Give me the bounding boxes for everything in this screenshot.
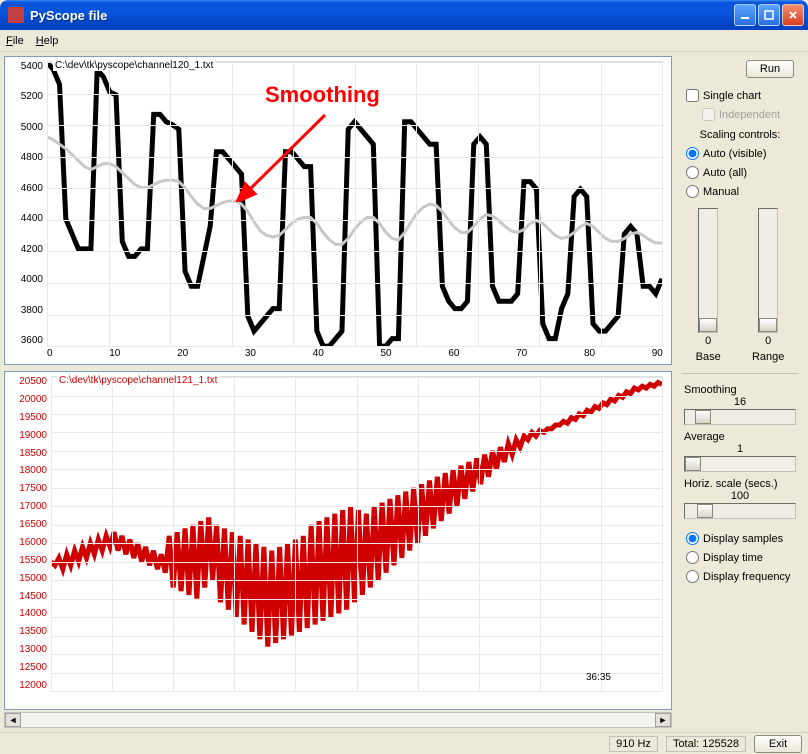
maximize-button[interactable]: [758, 4, 780, 26]
chart-bottom: 2050020000195001900018500180001750017000…: [4, 371, 672, 710]
scaling-controls-label: Scaling controls:: [680, 126, 800, 142]
horizontal-scrollbar[interactable]: ◄ ►: [4, 712, 672, 728]
auto-visible-radio[interactable]: [686, 147, 699, 160]
display-samples-radio[interactable]: [686, 532, 699, 545]
auto-all-radio[interactable]: [686, 166, 699, 179]
chart-top: 5400520050004800460044004200400038003600…: [4, 56, 672, 365]
chart2-yaxis: 2050020000195001900018500180001750017000…: [5, 376, 51, 691]
window-title: PyScope file: [30, 8, 107, 23]
run-button[interactable]: Run: [746, 60, 794, 78]
base-slider[interactable]: [698, 208, 718, 333]
display-time-radio[interactable]: [686, 551, 699, 564]
display-frequency-label: Display frequency: [703, 571, 790, 583]
status-total: Total: 125528: [666, 736, 746, 752]
chart1-yaxis: 5400520050004800460044004200400038003600: [5, 61, 47, 346]
controls-panel: Run Single chart Independent Scaling con…: [676, 52, 808, 732]
smoothing-value: 16: [684, 396, 796, 408]
titlebar: PyScope file: [0, 0, 808, 30]
exit-button[interactable]: Exit: [754, 735, 802, 753]
manual-radio[interactable]: [686, 185, 699, 198]
base-value: 0: [705, 335, 711, 347]
scroll-left-arrow[interactable]: ◄: [5, 713, 21, 727]
app-icon: [8, 7, 24, 23]
display-time-label: Display time: [703, 552, 763, 564]
auto-all-label: Auto (all): [703, 167, 747, 179]
range-value: 0: [765, 335, 771, 347]
range-label: Range: [752, 351, 784, 363]
smoothing-slider[interactable]: [684, 409, 796, 425]
average-slider[interactable]: [684, 456, 796, 472]
scroll-right-arrow[interactable]: ►: [655, 713, 671, 727]
single-chart-checkbox[interactable]: [686, 89, 699, 102]
single-chart-label: Single chart: [703, 90, 761, 102]
display-samples-label: Display samples: [703, 533, 783, 545]
horiz-scale-value: 100: [684, 490, 796, 502]
chart2-plotarea: [51, 376, 663, 691]
annotation-smoothing: Smoothing: [265, 82, 380, 108]
close-button[interactable]: [782, 4, 804, 26]
chart2-time-label: 36:35: [586, 672, 611, 683]
statusbar: 910 Hz Total: 125528 Exit: [0, 732, 808, 754]
auto-visible-label: Auto (visible): [703, 148, 767, 160]
status-hz: 910 Hz: [609, 736, 658, 752]
menu-file[interactable]: File: [6, 35, 24, 47]
menubar: File Help: [0, 30, 808, 52]
chart1-xaxis: 0102030405060708090: [47, 348, 663, 362]
scroll-track[interactable]: [21, 713, 655, 727]
average-label: Average: [684, 431, 796, 443]
manual-label: Manual: [703, 186, 739, 198]
independent-checkbox: [702, 108, 715, 121]
menu-help[interactable]: Help: [36, 35, 59, 47]
base-label: Base: [696, 351, 721, 363]
horiz-scale-label: Horiz. scale (secs.): [684, 478, 796, 490]
average-value: 1: [684, 443, 796, 455]
smoothing-label: Smoothing: [684, 384, 796, 396]
independent-label: Independent: [719, 109, 780, 121]
display-frequency-radio[interactable]: [686, 570, 699, 583]
minimize-button[interactable]: [734, 4, 756, 26]
chart1-filepath: C:\dev\tk\pyscope\channel120_1.txt: [53, 60, 215, 71]
chart2-filepath: C:\dev\tk\pyscope\channel121_1.txt: [57, 375, 219, 386]
horiz-scale-slider[interactable]: [684, 503, 796, 519]
range-slider[interactable]: [758, 208, 778, 333]
